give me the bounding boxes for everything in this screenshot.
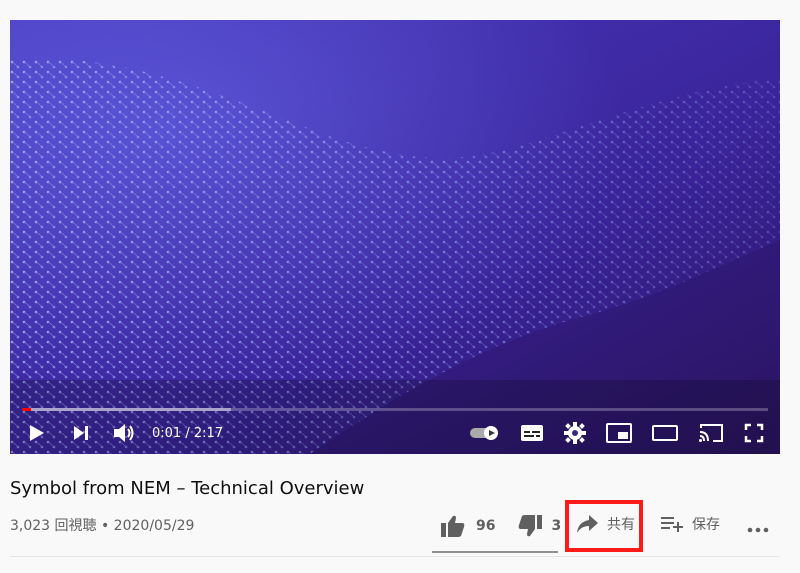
cast-icon[interactable] bbox=[698, 423, 724, 443]
fullscreen-icon[interactable] bbox=[744, 423, 764, 443]
share-button[interactable]: 共有 bbox=[575, 514, 635, 534]
video-frame[interactable] bbox=[10, 20, 780, 454]
progress-buffer bbox=[22, 408, 231, 411]
next-icon[interactable] bbox=[72, 424, 90, 442]
theater-icon[interactable] bbox=[652, 424, 678, 442]
share-arrow-icon bbox=[577, 515, 598, 533]
progress-played bbox=[22, 408, 31, 411]
miniplayer-icon[interactable] bbox=[606, 423, 632, 443]
dislike-button[interactable]: 3 bbox=[517, 514, 561, 538]
subtitles-icon[interactable] bbox=[520, 424, 544, 442]
autoplay-toggle-icon[interactable] bbox=[470, 425, 500, 441]
play-icon[interactable] bbox=[26, 423, 46, 443]
more-actions-button[interactable] bbox=[747, 518, 769, 537]
thumb-up-icon bbox=[441, 515, 465, 537]
more-horiz-icon bbox=[747, 527, 769, 533]
actions-bar: 96 3 bbox=[432, 508, 561, 544]
share-label: 共有 bbox=[607, 517, 635, 533]
playlist-add-icon bbox=[661, 517, 683, 532]
video-player[interactable]: 0:01 / 2:17 bbox=[10, 20, 780, 454]
video-meta: 3,023 回視聴 • 2020/05/29 bbox=[10, 518, 195, 534]
player-controls: 0:01 / 2:17 bbox=[10, 416, 780, 450]
save-label: 保存 bbox=[692, 517, 720, 533]
sentiment-bar bbox=[432, 551, 558, 553]
settings-icon[interactable] bbox=[564, 422, 586, 444]
time-display: 0:01 / 2:17 bbox=[152, 425, 224, 441]
progress-bar[interactable] bbox=[22, 408, 768, 411]
like-count: 96 bbox=[476, 518, 496, 534]
save-button[interactable]: 保存 bbox=[660, 514, 720, 534]
like-button[interactable]: 96 bbox=[440, 514, 495, 538]
dislike-count: 3 bbox=[551, 518, 562, 534]
video-title: Symbol from NEM – Technical Overview bbox=[10, 478, 365, 499]
volume-icon[interactable] bbox=[112, 422, 136, 444]
thumb-down-icon bbox=[519, 515, 543, 537]
divider bbox=[10, 556, 780, 557]
